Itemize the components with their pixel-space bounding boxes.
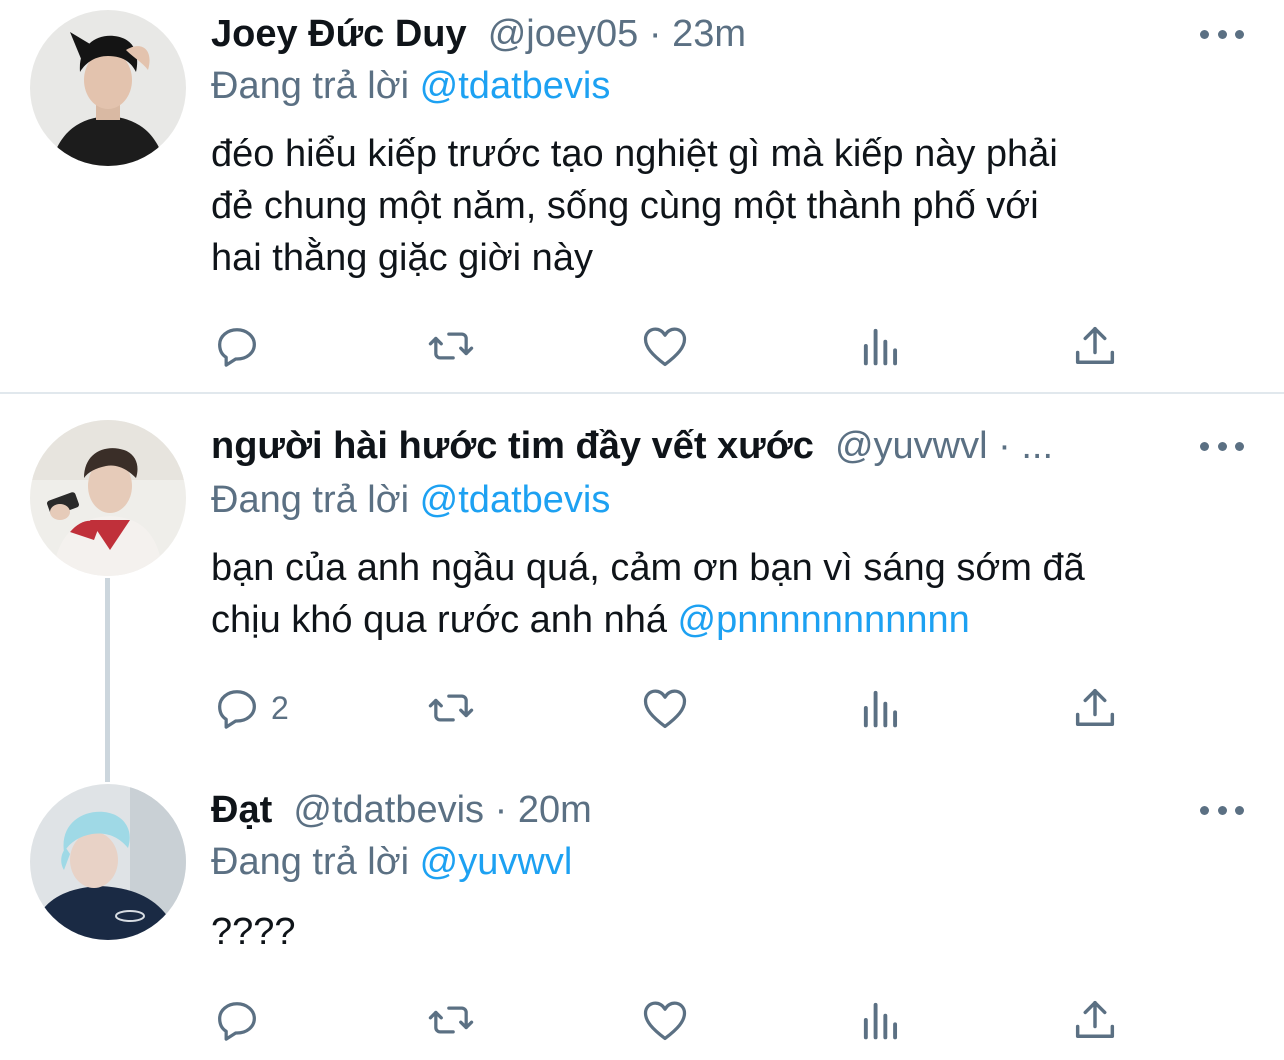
user-handle[interactable]: @joey05 xyxy=(488,13,639,55)
reply-icon xyxy=(218,328,256,367)
inline-mention[interactable]: @pnnnnnnnnnnn xyxy=(678,599,970,641)
timestamp[interactable]: 23m xyxy=(672,13,746,55)
reply-icon xyxy=(218,690,256,729)
tweet-actions: 2 xyxy=(211,680,1131,736)
retweet-button[interactable] xyxy=(425,318,477,374)
reply-to-mention[interactable]: @yuvwvl xyxy=(420,841,573,883)
analytics-icon xyxy=(863,328,898,366)
retweet-button[interactable] xyxy=(425,992,477,1048)
divider xyxy=(0,392,1284,394)
user-handle[interactable]: @yuvwvl xyxy=(835,425,988,467)
timestamp[interactable]: ... xyxy=(1021,425,1053,467)
share-icon xyxy=(1075,1000,1115,1038)
tweet-text-line: đéo hiểu kiếp trước tạo nghiệt gì mà kiế… xyxy=(211,133,1058,175)
tweet-text: ???? xyxy=(211,906,1241,958)
reply-to-mention[interactable]: @tdatbevis xyxy=(420,479,611,521)
tweet-actions xyxy=(211,992,1131,1048)
tweet[interactable]: Joey Đức Duy @joey05 · 23m Đang trả lời … xyxy=(0,0,1284,392)
tweet-text-line: chịu khó qua rước anh nhá @pnnnnnnnnnnn xyxy=(211,594,1241,646)
display-name[interactable]: Joey Đức Duy xyxy=(211,13,467,55)
retweet-button[interactable] xyxy=(425,680,477,736)
like-icon xyxy=(643,1001,687,1041)
replying-label: Đang trả lời xyxy=(211,479,410,521)
tweet-text: bạn của anh ngầu quá, cảm ơn bạn vì sáng… xyxy=(211,542,1241,646)
share-icon xyxy=(1075,688,1115,726)
tweet-text-segment: chịu khó qua rước anh nhá xyxy=(211,599,678,641)
avatar[interactable] xyxy=(30,420,186,576)
replying-label: Đang trả lời xyxy=(211,841,410,883)
like-button[interactable] xyxy=(639,318,691,374)
tweet-text-line: bạn của anh ngầu quá, cảm ơn bạn vì sáng… xyxy=(211,547,1085,589)
tweet-header: Đạt @tdatbevis · 20m xyxy=(211,782,592,838)
tweet-header: người hài hước tim đầy vết xước @yuvwvl … xyxy=(211,418,1053,474)
more-icon[interactable] xyxy=(1200,428,1244,464)
tweet[interactable]: người hài hước tim đầy vết xước @yuvwvl … xyxy=(0,400,1284,770)
separator: · xyxy=(484,789,518,831)
reply-count: 2 xyxy=(271,689,289,726)
share-button[interactable] xyxy=(1069,680,1121,736)
avatar[interactable] xyxy=(30,784,186,940)
reply-button[interactable] xyxy=(211,318,271,374)
tweet-text-line: hai thằng giặc giời này xyxy=(211,237,593,279)
retweet-icon xyxy=(428,1006,474,1034)
share-button[interactable] xyxy=(1069,992,1121,1048)
tweet-actions xyxy=(211,318,1131,374)
tweet-text-line: ???? xyxy=(211,911,296,953)
more-icon[interactable] xyxy=(1200,792,1244,828)
tweet-text-line: đẻ chung một năm, sống cùng một thành ph… xyxy=(211,185,1039,227)
more-icon[interactable] xyxy=(1200,16,1244,52)
share-button[interactable] xyxy=(1069,318,1121,374)
reply-to-mention[interactable]: @tdatbevis xyxy=(420,65,611,107)
replying-to: Đang trả lời @tdatbevis xyxy=(211,474,610,526)
tweet[interactable]: Đạt @tdatbevis · 20m Đang trả lời @yuvwv… xyxy=(0,770,1284,1060)
timestamp[interactable]: 20m xyxy=(518,789,592,831)
reply-icon xyxy=(218,1002,256,1041)
retweet-icon xyxy=(428,332,474,360)
analytics-button[interactable] xyxy=(855,680,907,736)
replying-label: Đang trả lời xyxy=(211,65,410,107)
replying-to: Đang trả lời @yuvwvl xyxy=(211,836,572,888)
display-name[interactable]: Đạt xyxy=(211,789,272,831)
reply-button[interactable] xyxy=(211,992,271,1048)
analytics-button[interactable] xyxy=(855,318,907,374)
tweet-header: Joey Đức Duy @joey05 · 23m xyxy=(211,6,746,62)
reply-button[interactable]: 2 xyxy=(211,680,289,736)
separator: · xyxy=(638,13,673,55)
like-icon xyxy=(643,689,687,729)
analytics-icon xyxy=(863,690,898,728)
like-icon xyxy=(643,327,687,367)
analytics-button[interactable] xyxy=(855,992,907,1048)
tweet-text: đéo hiểu kiếp trước tạo nghiệt gì mà kiế… xyxy=(211,128,1241,284)
like-button[interactable] xyxy=(639,680,691,736)
user-handle[interactable]: @tdatbevis xyxy=(293,789,484,831)
share-icon xyxy=(1075,326,1115,364)
display-name[interactable]: người hài hước tim đầy vết xước xyxy=(211,425,814,467)
retweet-icon xyxy=(428,694,474,722)
replying-to: Đang trả lời @tdatbevis xyxy=(211,60,610,112)
analytics-icon xyxy=(863,1002,898,1040)
separator: · xyxy=(987,425,1022,467)
like-button[interactable] xyxy=(639,992,691,1048)
avatar[interactable] xyxy=(30,10,186,166)
